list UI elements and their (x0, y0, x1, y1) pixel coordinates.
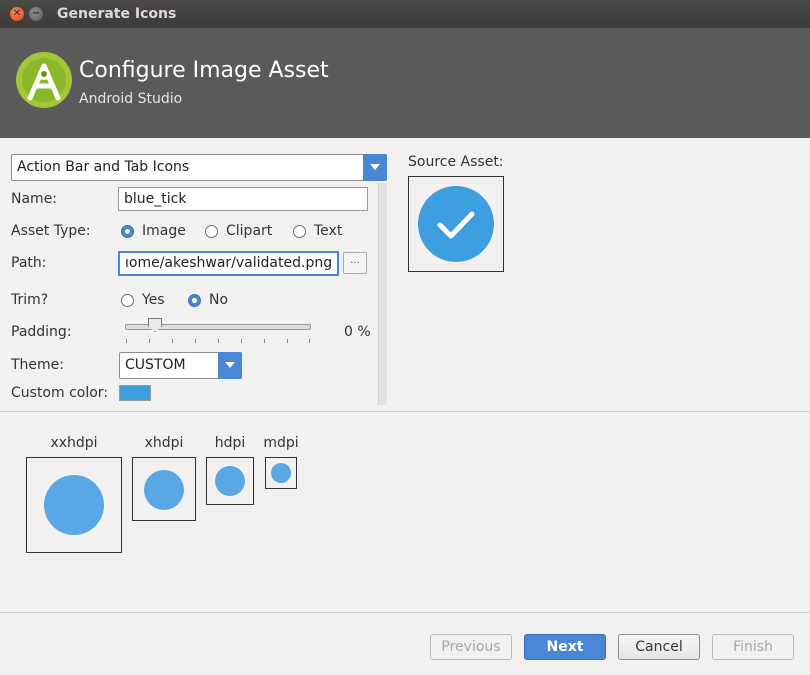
theme-select[interactable]: CUSTOM (119, 352, 242, 379)
slider-tick (218, 339, 219, 343)
custom-color-label: Custom color: (11, 385, 109, 401)
footer-divider (0, 612, 810, 613)
slider-tick (264, 339, 265, 343)
slider-tick (172, 339, 173, 343)
trim-yes-label[interactable]: Yes (142, 292, 165, 308)
preview-label-mdpi: mdpi (263, 435, 299, 451)
path-input[interactable]: ıome/akeshwar/validated.png (118, 251, 339, 276)
slider-tick (287, 339, 288, 343)
asset-type-label: Asset Type: (11, 223, 91, 239)
icon-type-value: Action Bar and Tab Icons (17, 159, 190, 175)
preview-hdpi (206, 457, 254, 505)
preview-xxhdpi (26, 457, 122, 553)
android-studio-logo-icon (16, 52, 72, 108)
trim-no-label[interactable]: No (209, 292, 228, 308)
page-title: Configure Image Asset (79, 58, 329, 83)
custom-color-swatch[interactable] (119, 385, 151, 401)
trim-label: Trim? (11, 292, 49, 308)
theme-label: Theme: (11, 357, 65, 373)
preview-icon (271, 463, 291, 483)
window-title: Generate Icons (57, 6, 177, 22)
preview-label-xhdpi: xhdpi (144, 435, 184, 451)
icon-type-select[interactable]: Action Bar and Tab Icons (11, 154, 387, 181)
preview-icon (144, 470, 184, 510)
preview-mdpi (265, 457, 297, 489)
previous-button[interactable]: Previous (430, 634, 512, 660)
slider-tick (241, 339, 242, 343)
form-scrollbar[interactable] (378, 183, 387, 405)
theme-value: CUSTOM (125, 357, 186, 373)
close-window-button[interactable]: ✕ (10, 7, 24, 21)
asset-type-clipart-radio[interactable] (205, 225, 218, 238)
section-divider (0, 411, 810, 412)
source-asset-preview (408, 176, 504, 272)
page-subtitle: Android Studio (79, 91, 183, 107)
trim-no-radio[interactable] (188, 294, 201, 307)
preview-icon (215, 466, 245, 496)
asset-type-image-radio[interactable] (121, 225, 134, 238)
minimize-window-button[interactable]: − (29, 7, 43, 21)
preview-icon (44, 475, 104, 535)
slider-tick (309, 339, 310, 343)
next-button[interactable]: Next (524, 634, 606, 660)
finish-button[interactable]: Finish (712, 634, 794, 660)
asset-type-clipart-label[interactable]: Clipart (226, 223, 272, 239)
preview-label-hdpi: hdpi (214, 435, 246, 451)
padding-value: 0 % (344, 324, 371, 340)
slider-tick (195, 339, 196, 343)
trim-yes-radio[interactable] (121, 294, 134, 307)
chevron-down-icon[interactable] (363, 154, 387, 181)
preview-xhdpi (132, 457, 196, 521)
asset-type-text-label[interactable]: Text (314, 223, 342, 239)
name-label: Name: (11, 191, 58, 207)
source-asset-label: Source Asset: (408, 154, 504, 170)
wizard-header (0, 28, 810, 138)
cancel-button[interactable]: Cancel (618, 634, 700, 660)
window-titlebar: ✕ − Generate Icons (0, 0, 810, 28)
check-circle-icon (418, 186, 494, 262)
name-input[interactable]: blue_tick (118, 187, 368, 211)
browse-button[interactable]: ... (343, 252, 367, 274)
preview-label-xxhdpi: xxhdpi (50, 435, 98, 451)
path-label: Path: (11, 255, 47, 271)
slider-tick (149, 339, 150, 343)
chevron-down-icon[interactable] (218, 352, 242, 379)
asset-type-text-radio[interactable] (293, 225, 306, 238)
padding-label: Padding: (11, 324, 72, 340)
asset-type-image-label[interactable]: Image (142, 223, 186, 239)
slider-tick (126, 339, 127, 343)
